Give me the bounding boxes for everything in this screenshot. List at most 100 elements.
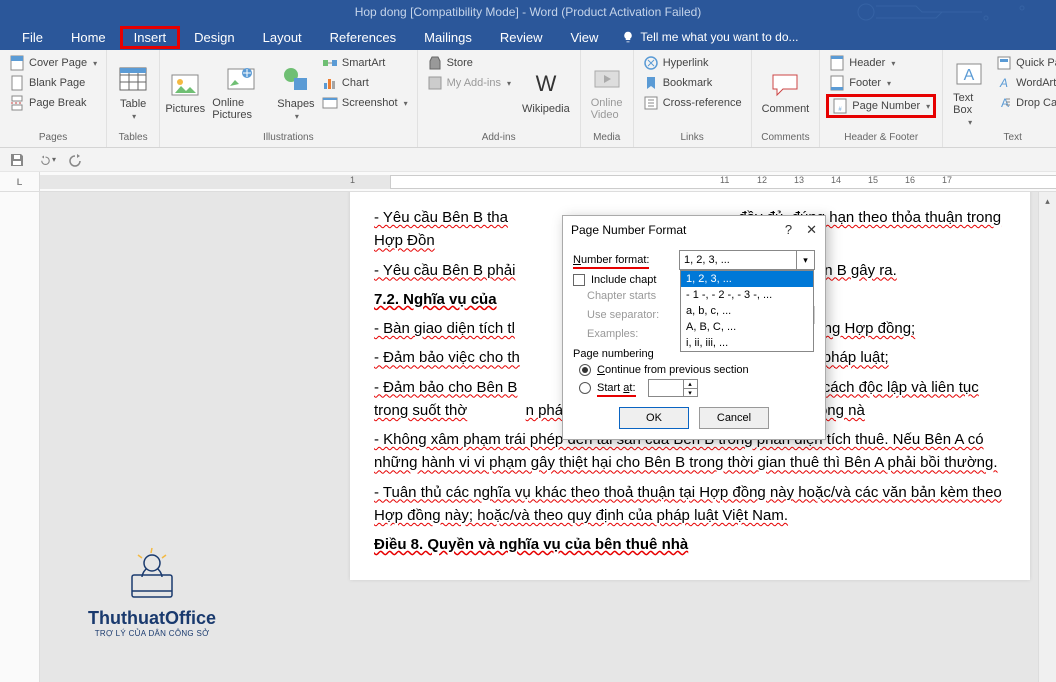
continue-label: Continue from previous sectionContinue f… xyxy=(597,364,749,376)
myaddins-button[interactable]: My Add-ins▾ xyxy=(424,74,514,92)
menu-layout[interactable]: Layout xyxy=(249,26,316,49)
include-chapter-checkbox[interactable] xyxy=(573,274,585,286)
close-button[interactable]: ✕ xyxy=(806,222,817,238)
continue-radio[interactable] xyxy=(579,364,591,376)
store-button[interactable]: Store xyxy=(424,54,514,72)
svg-text:W: W xyxy=(535,71,556,96)
screenshot-icon xyxy=(322,95,338,111)
number-format-label: Number Number format:format: xyxy=(573,254,673,266)
chevron-down-icon[interactable]: ▾ xyxy=(796,251,814,269)
header-button[interactable]: Header▾ xyxy=(826,54,936,72)
ribbon: Cover Page▾ Blank Page Page Break Pages … xyxy=(0,50,1056,148)
menu-home[interactable]: Home xyxy=(57,26,120,49)
onlinepic-icon xyxy=(225,63,257,95)
tab-selector[interactable]: L xyxy=(0,172,40,192)
bookmark-icon xyxy=(643,75,659,91)
blank-page-button[interactable]: Blank Page xyxy=(6,74,100,92)
document-area[interactable]: - Yêu cầu Bên B tha đầy đủ, đúng hạn the… xyxy=(40,192,1056,682)
svg-text:A: A xyxy=(964,67,975,84)
menu-view[interactable]: View xyxy=(556,26,612,49)
table-icon xyxy=(117,64,149,96)
textbox-button[interactable]: AText Box▾ xyxy=(949,54,989,130)
group-tables: Table▾ Tables xyxy=(107,50,160,147)
format-option[interactable]: A, B, C, ... xyxy=(681,319,813,335)
shapes-button[interactable]: Shapes▾ xyxy=(277,54,315,130)
doc-line: - Tuân thủ các nghĩa vụ khác theo thoả t… xyxy=(374,481,1006,528)
group-media: Online Video Media xyxy=(581,50,634,147)
cover-page-button[interactable]: Cover Page▾ xyxy=(6,54,100,72)
undo-button[interactable]: ▾ xyxy=(38,151,56,169)
blankpage-icon xyxy=(9,75,25,91)
table-button[interactable]: Table▾ xyxy=(113,54,153,130)
pagebreak-icon xyxy=(9,95,25,111)
workspace: - Yêu cầu Bên B tha đầy đủ, đúng hạn the… xyxy=(0,192,1056,682)
spin-up[interactable]: ▴ xyxy=(684,380,697,389)
format-option[interactable]: i, ii, iii, ... xyxy=(681,335,813,351)
tell-me-search[interactable]: Tell me what you want to do... xyxy=(622,30,798,44)
page-break-button[interactable]: Page Break xyxy=(6,94,100,112)
decor-circuit xyxy=(846,0,1046,24)
vertical-ruler[interactable] xyxy=(0,192,40,682)
wordart-button[interactable]: AWordArt▾ xyxy=(993,74,1056,92)
format-option[interactable]: 1, 2, 3, ... xyxy=(681,271,813,287)
help-button[interactable]: ? xyxy=(785,222,792,238)
pictures-icon xyxy=(169,69,201,101)
window-title: Hop dong [Compatibility Mode] - Word (Pr… xyxy=(355,5,702,19)
quickparts-button[interactable]: Quick Parts xyxy=(993,54,1056,72)
use-separator-label: Use separator: xyxy=(587,309,687,321)
dropcap-button[interactable]: ADrop Cap▾ xyxy=(993,94,1056,112)
comment-button[interactable]: Comment xyxy=(758,54,814,130)
menu-review[interactable]: Review xyxy=(486,26,557,49)
page-number-button[interactable]: #Page Number▾ xyxy=(826,94,936,118)
online-video-button[interactable]: Online Video xyxy=(587,54,627,130)
dropcap-icon: A xyxy=(996,95,1012,111)
scroll-up-button[interactable]: ▴ xyxy=(1039,192,1056,210)
menu-mailings[interactable]: Mailings xyxy=(410,26,486,49)
hyperlink-icon xyxy=(643,55,659,71)
horizontal-ruler[interactable]: 1 11 12 13 14 15 16 17 xyxy=(40,172,1056,192)
spin-down[interactable]: ▾ xyxy=(684,389,697,397)
format-option[interactable]: - 1 -, - 2 -, - 3 -, ... xyxy=(681,287,813,303)
crossref-icon xyxy=(643,95,659,111)
number-format-combo[interactable]: 1, 2, 3, ... ▾ 1, 2, 3, ... - 1 -, - 2 -… xyxy=(679,250,815,270)
titlebar: Hop dong [Compatibility Mode] - Word (Pr… xyxy=(0,0,1056,24)
watermark-logo: ThuthuatOffice TRỢ LÝ CỦA DÂN CÔNG SỞ xyxy=(88,543,216,638)
smartart-icon xyxy=(322,55,338,71)
wordart-icon: A xyxy=(996,75,1012,91)
start-at-input[interactable]: ▴▾ xyxy=(648,379,698,397)
dialog-titlebar[interactable]: Page Number Format ? ✕ xyxy=(563,216,825,244)
menu-references[interactable]: References xyxy=(316,26,410,49)
vertical-scrollbar[interactable]: ▴ xyxy=(1038,192,1056,682)
svg-text:A: A xyxy=(999,76,1008,90)
screenshot-button[interactable]: Screenshot▾ xyxy=(319,94,411,112)
wikipedia-button[interactable]: WWikipedia xyxy=(518,54,574,130)
crossref-button[interactable]: Cross-reference xyxy=(640,94,745,112)
include-chapter-label: Include chapt xyxy=(591,274,656,286)
group-pages: Cover Page▾ Blank Page Page Break Pages xyxy=(0,50,107,147)
menu-file[interactable]: File xyxy=(8,26,57,49)
pictures-button[interactable]: Pictures xyxy=(166,54,204,130)
cancel-button[interactable]: Cancel xyxy=(699,407,769,429)
ok-button[interactable]: OK xyxy=(619,407,689,429)
menubar: File Home Insert Design Layout Reference… xyxy=(0,24,1056,50)
redo-button[interactable] xyxy=(68,151,86,169)
pagenumber-icon: # xyxy=(832,98,848,114)
online-pictures-button[interactable]: Online Pictures xyxy=(208,54,273,130)
format-option[interactable]: a, b, c, ... xyxy=(681,303,813,319)
chart-icon xyxy=(322,75,338,91)
hyperlink-button[interactable]: Hyperlink xyxy=(640,54,745,72)
group-addins: Store My Add-ins▾ WWikipedia Add-ins xyxy=(418,50,581,147)
chart-button[interactable]: Chart xyxy=(319,74,411,92)
group-comments: Comment Comments xyxy=(752,50,821,147)
menu-insert[interactable]: Insert xyxy=(120,26,181,49)
start-at-radio[interactable] xyxy=(579,382,591,394)
save-button[interactable] xyxy=(8,151,26,169)
quick-access-toolbar: ▾ xyxy=(0,148,1056,172)
bookmark-button[interactable]: Bookmark xyxy=(640,74,745,92)
textbox-icon: A xyxy=(953,58,985,90)
undo-icon xyxy=(38,152,50,168)
chapter-starts-label: Chapter starts xyxy=(587,290,687,302)
footer-button[interactable]: Footer▾ xyxy=(826,74,936,92)
smartart-button[interactable]: SmartArt xyxy=(319,54,411,72)
menu-design[interactable]: Design xyxy=(180,26,248,49)
